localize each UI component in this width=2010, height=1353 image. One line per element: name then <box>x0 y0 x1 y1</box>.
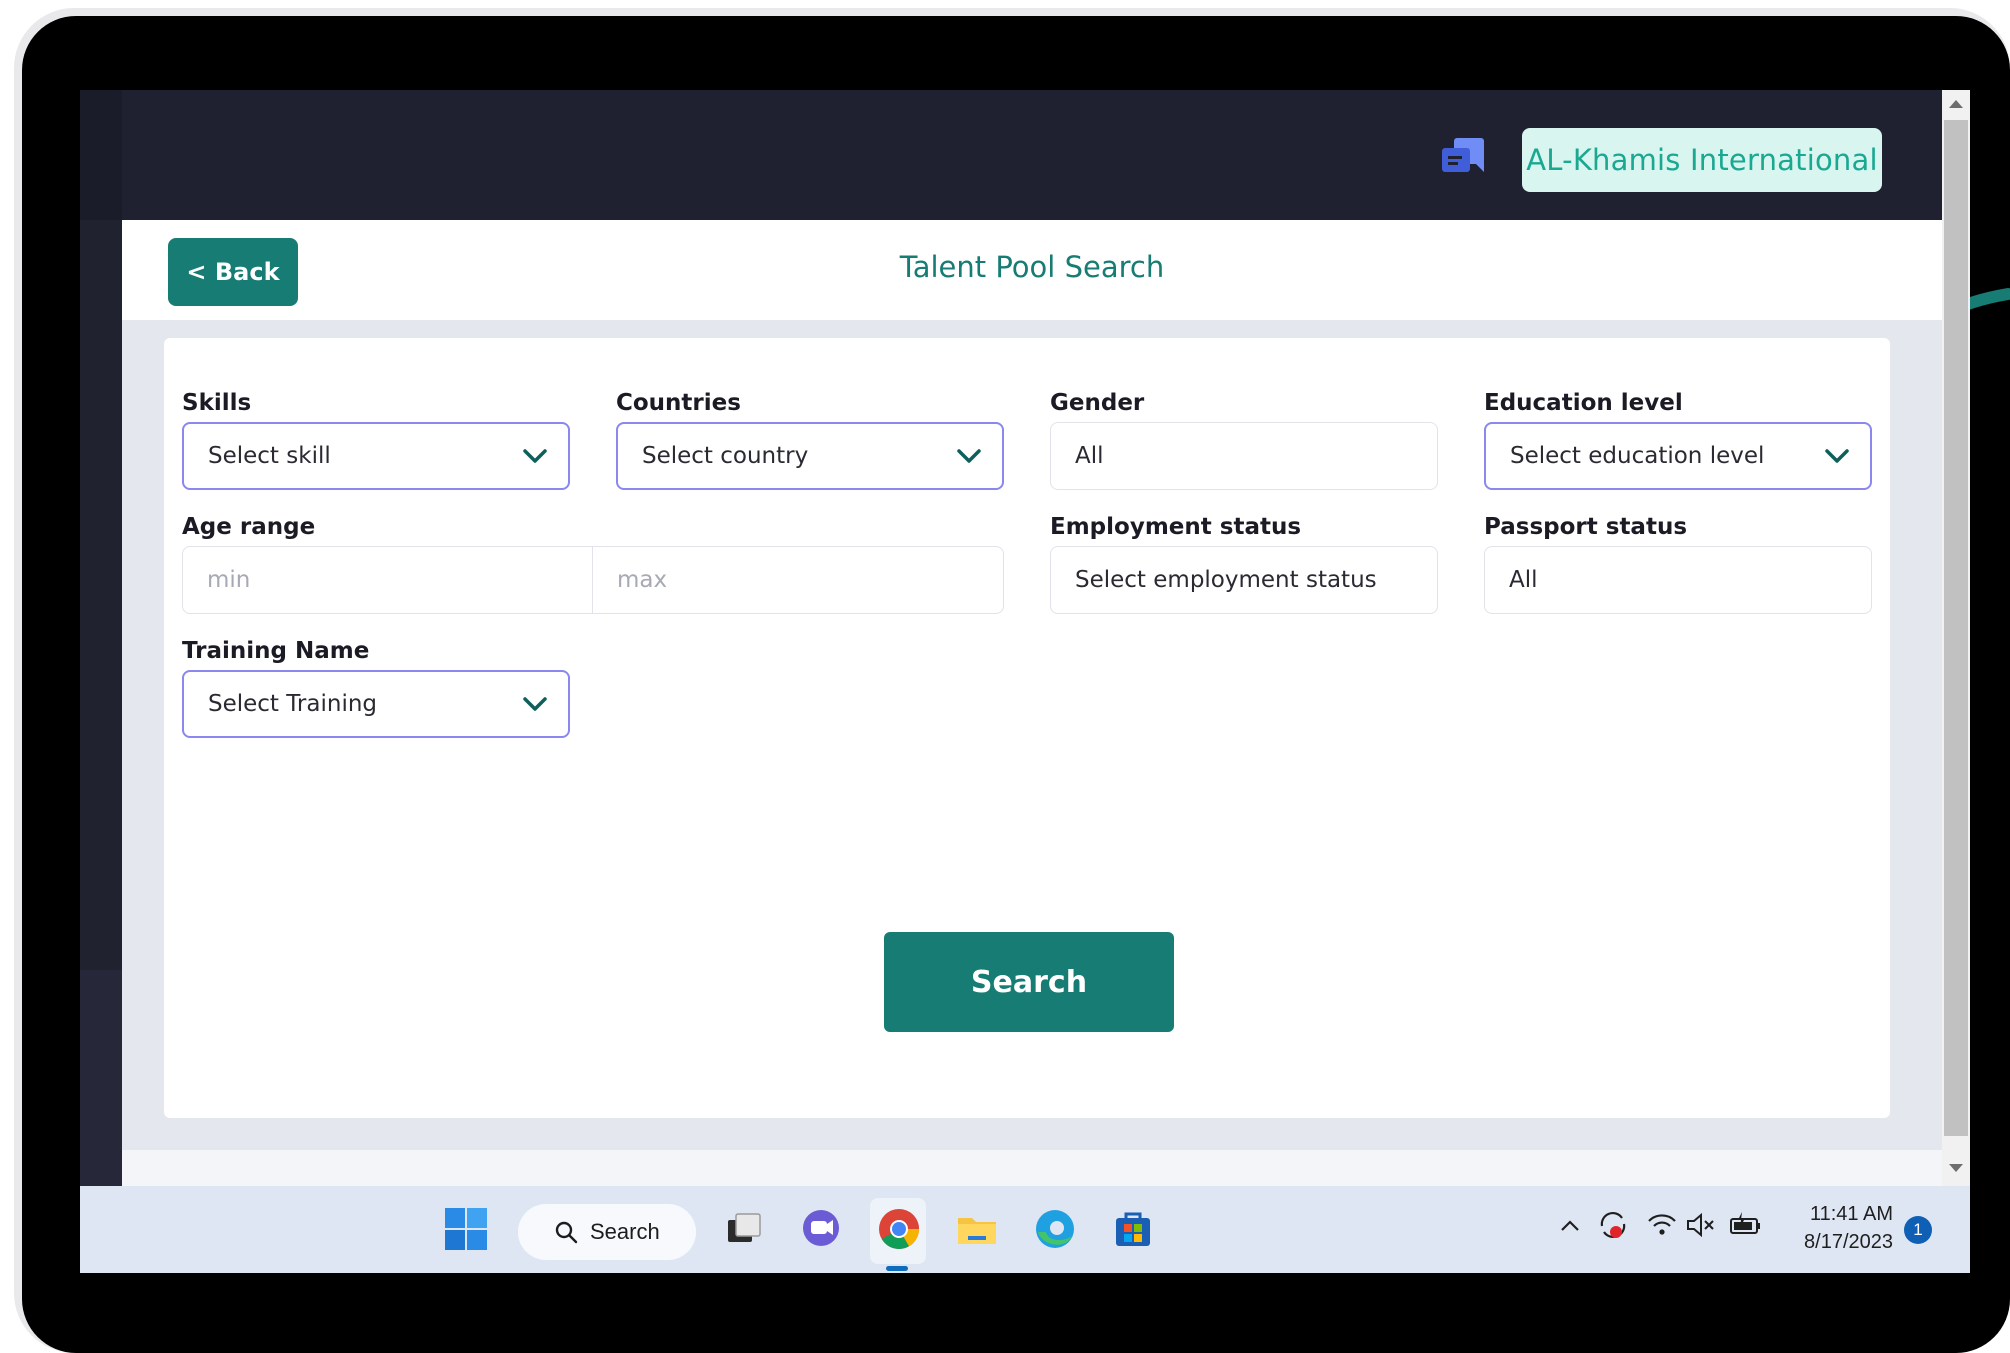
active-app-indicator <box>886 1266 908 1271</box>
chevron-up-icon[interactable] <box>1558 1214 1582 1238</box>
sync-alert-icon[interactable] <box>1596 1208 1630 1242</box>
countries-select[interactable]: Select country <box>616 422 1004 490</box>
company-badge[interactable]: AL-Khamis International <box>1522 128 1882 192</box>
age-range-label: Age range <box>182 514 316 540</box>
taskbar-search-label: Search <box>590 1219 660 1244</box>
system-clock[interactable]: 11:41 AM 8/17/2023 <box>1783 1200 1893 1256</box>
chevron-down-icon <box>523 697 547 711</box>
wifi-icon[interactable] <box>1646 1210 1678 1240</box>
age-max-placeholder: max <box>617 567 668 593</box>
page-footer <box>122 1150 1942 1186</box>
employment-status-label: Employment status <box>1050 514 1302 540</box>
passport-status-select[interactable]: All <box>1484 546 1872 614</box>
chrome-icon[interactable] <box>876 1206 922 1252</box>
skills-select-value: Select skill <box>208 443 331 469</box>
training-name-label: Training Name <box>182 638 370 664</box>
taskbar-search[interactable]: Search <box>518 1204 696 1260</box>
sidebar-collapsed <box>80 220 122 1270</box>
scroll-down-arrow-icon[interactable] <box>1949 1164 1963 1172</box>
teams-chat-icon[interactable] <box>798 1206 844 1252</box>
chevron-down-icon <box>957 449 981 463</box>
countries-label: Countries <box>616 390 741 416</box>
passport-status-label: Passport status <box>1484 514 1688 540</box>
windows-taskbar: Search 11:41 AM 8/17/2023 1 <box>80 1186 1970 1273</box>
microsoft-store-icon[interactable] <box>1110 1206 1156 1252</box>
education-level-label: Education level <box>1484 390 1683 416</box>
chat-bubbles-icon[interactable] <box>1440 136 1486 176</box>
scroll-up-arrow-icon[interactable] <box>1949 100 1963 108</box>
volume-muted-icon[interactable] <box>1684 1210 1716 1240</box>
clock-time: 11:41 AM <box>1809 1203 1893 1225</box>
chevron-down-icon <box>523 449 547 463</box>
passport-status-value: All <box>1509 567 1538 593</box>
skills-label: Skills <box>182 390 252 416</box>
vertical-scrollbar[interactable] <box>1942 90 1970 1186</box>
clock-date: 8/17/2023 <box>1804 1231 1893 1253</box>
gender-label: Gender <box>1050 390 1145 416</box>
edge-icon[interactable] <box>1032 1206 1078 1252</box>
skills-select[interactable]: Select skill <box>182 422 570 490</box>
employment-status-value: Select employment status <box>1075 567 1377 593</box>
screen: AL-Khamis International < Back Talent Po… <box>80 90 1970 1273</box>
scroll-thumb[interactable] <box>1944 120 1968 1136</box>
search-button[interactable]: Search <box>884 932 1174 1032</box>
training-select[interactable]: Select Training <box>182 670 570 738</box>
page-header: < Back Talent Pool Search <box>122 220 1942 320</box>
education-level-select[interactable]: Select education level <box>1484 422 1872 490</box>
education-level-select-value: Select education level <box>1510 443 1765 469</box>
search-filters-card: Skills Countries Gender Education level … <box>164 338 1890 1118</box>
page-title: Talent Pool Search <box>899 250 1165 284</box>
age-min-input[interactable]: min <box>182 546 594 614</box>
battery-charging-icon[interactable] <box>1728 1210 1764 1240</box>
age-min-placeholder: min <box>207 567 251 593</box>
top-navbar: AL-Khamis International <box>80 90 1942 220</box>
age-max-input[interactable]: max <box>592 546 1004 614</box>
gender-select-value: All <box>1075 443 1104 469</box>
sidebar-top-strip <box>80 90 122 220</box>
chevron-down-icon <box>1825 449 1849 463</box>
task-view-icon[interactable] <box>720 1206 766 1252</box>
file-explorer-icon[interactable] <box>954 1206 1000 1252</box>
notification-badge[interactable]: 1 <box>1904 1216 1932 1244</box>
countries-select-value: Select country <box>642 443 809 469</box>
training-select-value: Select Training <box>208 691 378 717</box>
employment-status-select[interactable]: Select employment status <box>1050 546 1438 614</box>
gender-select[interactable]: All <box>1050 422 1438 490</box>
windows-start-icon[interactable] <box>445 1208 487 1250</box>
search-icon <box>555 1221 578 1244</box>
